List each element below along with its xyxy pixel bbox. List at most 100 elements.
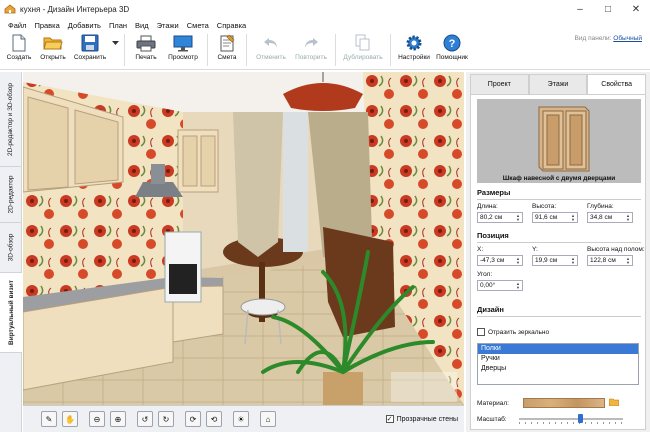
menu-file[interactable]: Файл [4, 21, 30, 30]
right-tabs: Проект Этажи Свойства [470, 74, 647, 94]
panel-view-link[interactable]: Обычный [613, 35, 642, 42]
list-item[interactable]: Дверцы [478, 364, 638, 374]
length-field: Длина: 80,2 см ▲ ▼ [477, 203, 523, 223]
tab-2d-editor[interactable]: 2D-редактор [0, 167, 22, 223]
zoom-out-icon: ⊖ [93, 414, 101, 424]
spinner-icon[interactable]: ▲ ▼ [571, 213, 575, 222]
settings-button[interactable]: Настройки [395, 32, 433, 68]
save-dropdown-button[interactable] [110, 32, 120, 68]
estimate-label: Смета [217, 54, 237, 61]
properties-content: Шкаф навесной с двумя дверцами Размеры Д… [470, 94, 646, 430]
tab-virtual-visit[interactable]: Виртуальный визит [0, 273, 22, 353]
home-view-button[interactable]: ⌂ [260, 411, 276, 427]
mirror-toggle[interactable]: Отразить зеркально [477, 328, 549, 336]
y-field: Y: 19,9 см ▲ ▼ [532, 246, 578, 266]
create-label: Создать [6, 54, 32, 61]
estimate-sheet-icon [217, 34, 237, 52]
tab-project[interactable]: Проект [470, 74, 529, 94]
scale-slider-thumb[interactable] [578, 414, 584, 423]
list-item[interactable]: Ручки [478, 354, 638, 364]
height-field: Высота: 91,6 см ▲ ▼ [532, 203, 578, 223]
depth-input[interactable]: 34,8 см ▲ ▼ [587, 212, 633, 223]
tab-properties[interactable]: Свойства [587, 74, 647, 94]
angle-input[interactable]: 0,00° ▲ ▼ [477, 280, 523, 291]
lighting-button[interactable]: ☀ [233, 411, 249, 427]
scale-slider[interactable] [518, 414, 623, 424]
hand-pan-button[interactable]: ✋ [62, 411, 78, 427]
length-input[interactable]: 80,2 см ▲ ▼ [477, 212, 523, 223]
design-header: Дизайн [477, 305, 504, 314]
app-icon [4, 4, 16, 14]
redo-button[interactable]: Повторить [291, 32, 331, 68]
menu-add[interactable]: Добавить [64, 21, 105, 30]
y-input[interactable]: 19,9 см ▲ ▼ [532, 255, 578, 266]
open-button[interactable]: Открыть [36, 32, 70, 68]
spinner-icon[interactable]: ▲ ▼ [626, 256, 630, 265]
rotate-right-button[interactable]: ↻ [158, 411, 174, 427]
parts-list[interactable]: Полки Ручки Дверцы [477, 343, 639, 385]
object-preview: Шкаф навесной с двумя дверцами [477, 99, 641, 183]
estimate-button[interactable]: Смета [212, 32, 242, 68]
walk-mode-button[interactable]: ✎ [41, 411, 57, 427]
tilt-down-button[interactable]: ⟲ [206, 411, 222, 427]
spinner-icon[interactable]: ▲ ▼ [626, 213, 630, 222]
spinner-icon[interactable]: ▲ ▼ [516, 213, 520, 222]
3d-viewport[interactable] [23, 72, 464, 405]
transparent-walls-toggle[interactable]: ✓ Прозрачные стены [385, 415, 458, 423]
preview-label: Просмотр [168, 54, 198, 61]
undo-button[interactable]: Отменить [251, 32, 291, 68]
close-button[interactable]: ✕ [622, 0, 650, 18]
folder-icon[interactable] [608, 398, 620, 408]
menu-estimate[interactable]: Смета [183, 21, 213, 30]
scale-row: Масштаб: [477, 413, 641, 425]
floor-height-input[interactable]: 122,8 см ▲ ▼ [587, 255, 633, 266]
spinner-icon[interactable]: ▲ ▼ [571, 256, 575, 265]
printer-icon [136, 34, 156, 52]
hand-icon: ✋ [65, 414, 75, 424]
cabinet-preview-image [538, 106, 590, 172]
toolbar-separator [207, 34, 208, 66]
spinner-icon[interactable]: ▲ ▼ [516, 281, 520, 290]
transparent-walls-checkbox[interactable]: ✓ [385, 415, 394, 423]
create-button[interactable]: Создать [2, 32, 36, 68]
duplicate-button[interactable]: Дублировать [340, 32, 386, 68]
tab-2d-and-3d[interactable]: 2D-редактор и 3D-обзор [0, 72, 22, 167]
print-button[interactable]: Печать [129, 32, 163, 68]
mirror-checkbox[interactable] [477, 328, 485, 336]
tilt-up-button[interactable]: ⟳ [185, 411, 201, 427]
chevron-down-icon [105, 34, 125, 52]
monitor-icon [173, 34, 193, 52]
open-label: Открыть [40, 54, 66, 61]
sizes-header: Размеры [477, 188, 511, 197]
menu-help[interactable]: Справка [213, 21, 250, 30]
material-row: Материал: [477, 397, 641, 409]
minimize-button[interactable]: – [566, 0, 594, 18]
tab-floors[interactable]: Этажи [528, 74, 588, 94]
material-swatch[interactable] [522, 398, 605, 408]
zoom-out-button[interactable]: ⊖ [89, 411, 105, 427]
menu-view[interactable]: Вид [131, 21, 153, 30]
maximize-button[interactable]: □ [594, 0, 622, 18]
menu-plan[interactable]: План [105, 21, 131, 30]
zoom-in-button[interactable]: ⊕ [110, 411, 126, 427]
help-icon: ? [442, 34, 462, 52]
list-item[interactable]: Полки [478, 344, 638, 354]
view-mode-tabs: 2D-редактор и 3D-обзор 2D-редактор 3D-об… [0, 72, 22, 432]
tilt-down-icon: ⟲ [210, 414, 218, 424]
floppy-icon [80, 34, 100, 52]
helper-button[interactable]: ? Помощник [433, 32, 471, 68]
x-input[interactable]: -47,3 см ▲ ▼ [477, 255, 523, 266]
tab-3d-view[interactable]: 3D-обзор [0, 223, 22, 273]
menu-edit[interactable]: Правка [30, 21, 63, 30]
lightbulb-icon: ☀ [237, 414, 245, 424]
panel-view: Вид панели: Обычный [575, 35, 642, 42]
position-header: Позиция [477, 231, 509, 240]
save-button[interactable]: Сохранить [70, 32, 110, 68]
spinner-icon[interactable]: ▲ ▼ [516, 256, 520, 265]
title-bar: кухня - Дизайн Интерьера 3D – □ ✕ [0, 0, 650, 18]
height-input[interactable]: 91,6 см ▲ ▼ [532, 212, 578, 223]
preview-button[interactable]: Просмотр [163, 32, 203, 68]
rotate-left-button[interactable]: ↺ [137, 411, 153, 427]
transparent-walls-label: Прозрачные стены [396, 415, 458, 423]
menu-floors[interactable]: Этажи [153, 21, 183, 30]
